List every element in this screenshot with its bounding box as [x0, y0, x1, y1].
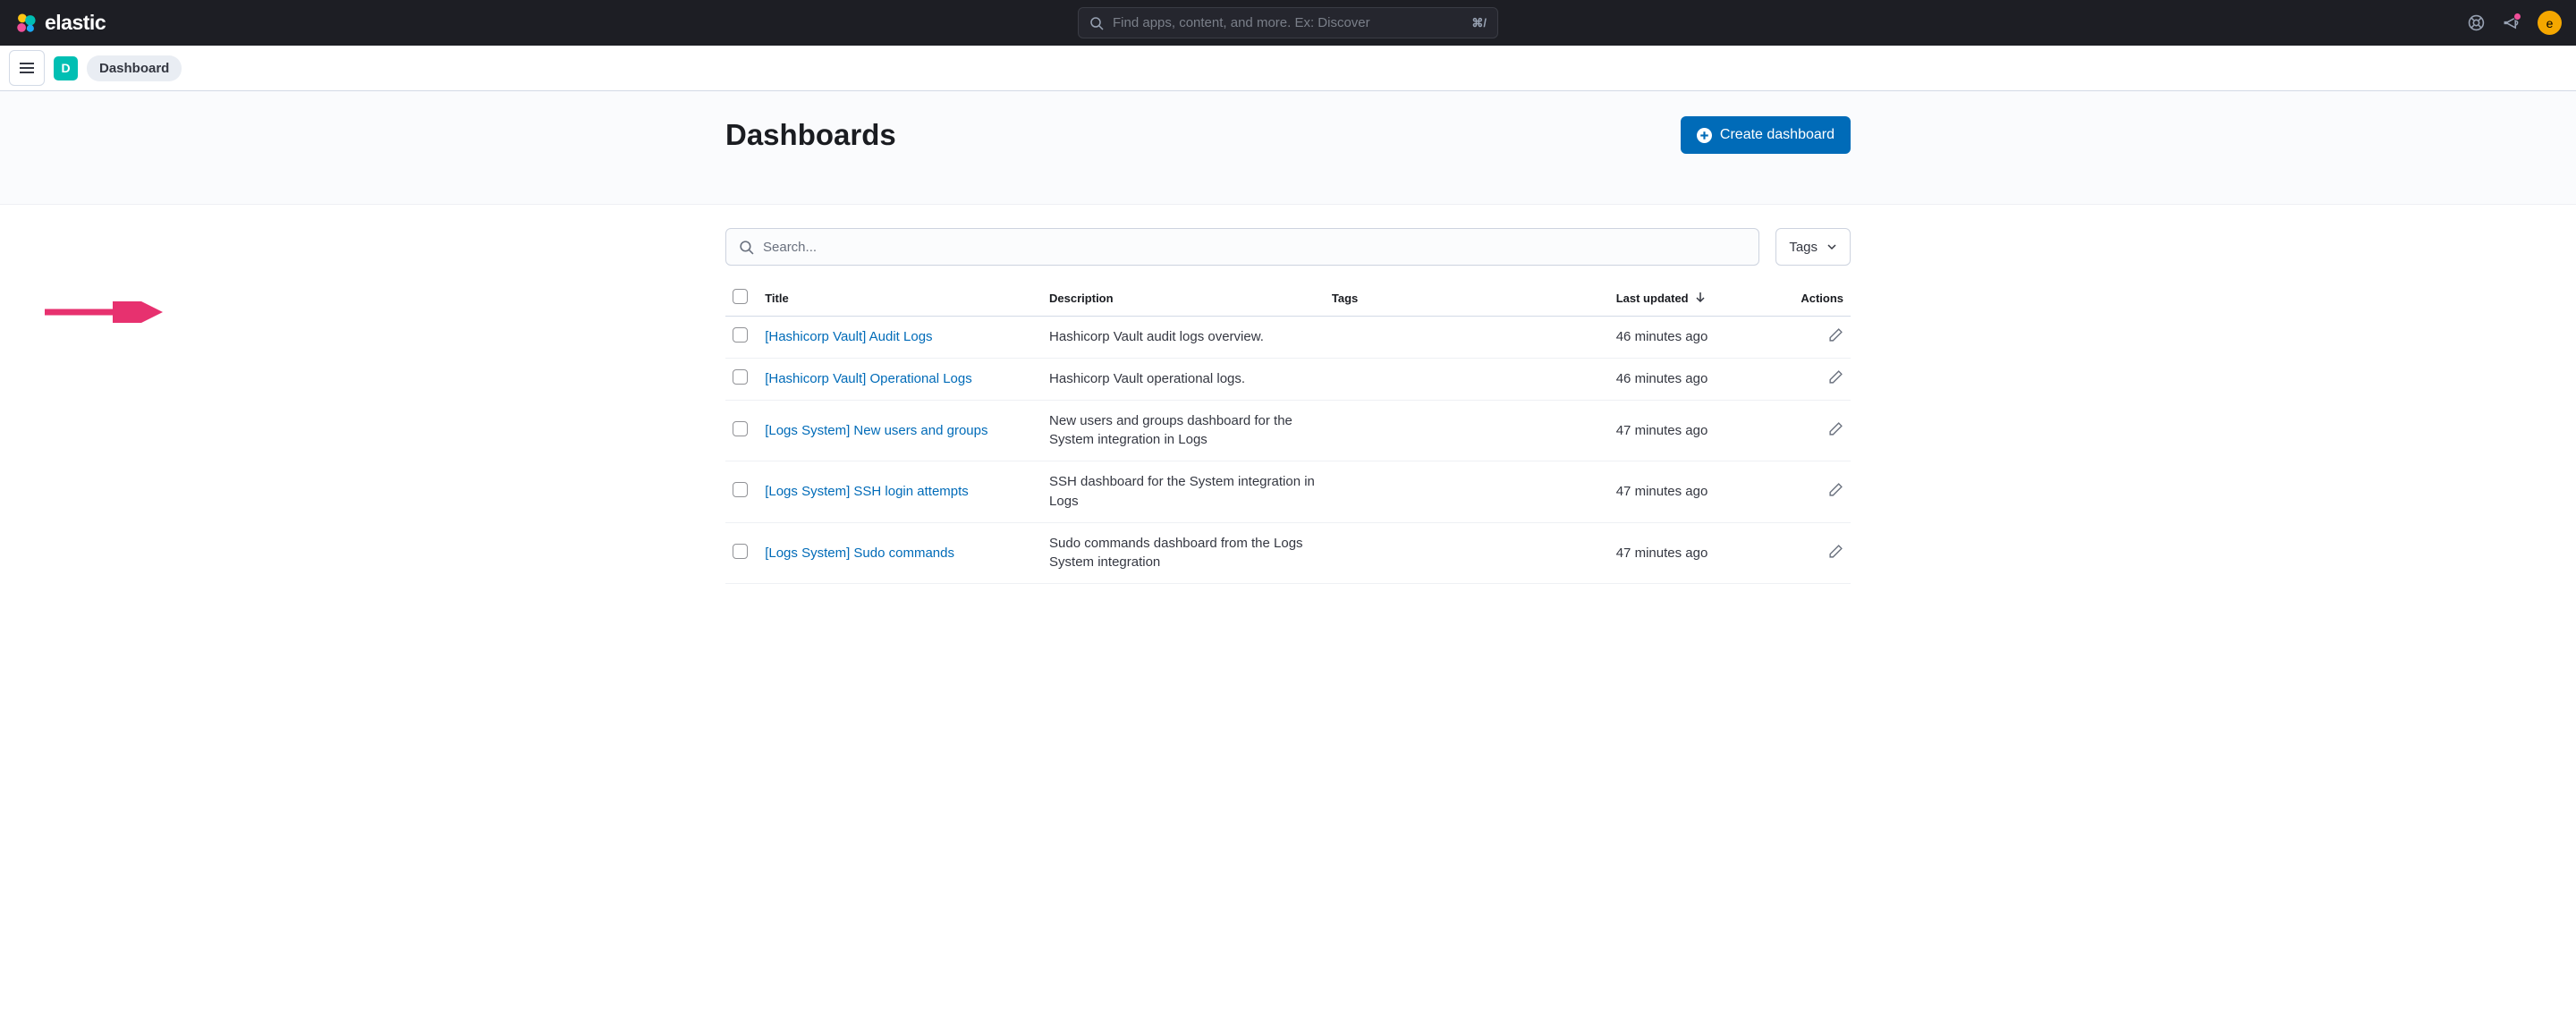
dashboard-tags — [1325, 400, 1609, 461]
pencil-icon — [1828, 544, 1843, 559]
table-row: [Logs System] SSH login attempts SSH dash… — [725, 461, 1851, 523]
help-button[interactable] — [2468, 14, 2485, 31]
search-icon — [739, 240, 754, 255]
dashboard-last-updated: 47 minutes ago — [1609, 400, 1793, 461]
create-dashboard-button[interactable]: Create dashboard — [1681, 116, 1851, 154]
row-checkbox[interactable] — [733, 482, 748, 497]
table-row: [Hashicorp Vault] Operational Logs Hashic… — [725, 358, 1851, 400]
dashboard-tags — [1325, 461, 1609, 523]
notification-dot-icon — [2513, 13, 2521, 21]
dashboard-last-updated: 47 minutes ago — [1609, 522, 1793, 584]
dashboard-description: New users and groups dashboard for the S… — [1042, 400, 1325, 461]
page-header-band: Dashboards Create dashboard — [0, 91, 2576, 205]
dashboard-last-updated: 47 minutes ago — [1609, 461, 1793, 523]
create-button-label: Create dashboard — [1720, 127, 1835, 143]
filter-row: Tags — [725, 228, 1851, 266]
search-icon — [1089, 16, 1104, 30]
global-search-input[interactable] — [1113, 15, 1471, 30]
dashboard-title-link[interactable]: [Logs System] Sudo commands — [765, 546, 954, 561]
table-row: [Logs System] Sudo commands Sudo commands… — [725, 522, 1851, 584]
dashboard-last-updated: 46 minutes ago — [1609, 317, 1793, 359]
edit-button[interactable] — [1828, 421, 1843, 436]
sort-descending-icon — [1695, 292, 1706, 302]
dashboard-tags — [1325, 522, 1609, 584]
pencil-icon — [1828, 421, 1843, 436]
avatar-initial: e — [2546, 16, 2554, 30]
dashboard-description: Hashicorp Vault audit logs overview. — [1042, 317, 1325, 359]
dashboard-description: Sudo commands dashboard from the Logs Sy… — [1042, 522, 1325, 584]
nav-toggle-button[interactable] — [9, 50, 45, 86]
elastic-wordmark: elastic — [45, 11, 106, 35]
newsfeed-button[interactable] — [2503, 14, 2520, 31]
edit-button[interactable] — [1828, 544, 1843, 559]
column-header-description: Description — [1042, 282, 1325, 317]
column-header-title[interactable]: Title — [758, 282, 1042, 317]
pencil-icon — [1828, 369, 1843, 385]
table-row: [Logs System] New users and groups New us… — [725, 400, 1851, 461]
header-right-controls: e — [2468, 11, 2562, 35]
plus-circle-icon — [1697, 128, 1712, 143]
global-search[interactable]: ⌘/ — [1078, 7, 1498, 38]
column-header-tags[interactable]: Tags — [1325, 282, 1609, 317]
breadcrumb[interactable]: Dashboard — [87, 55, 182, 81]
dashboards-table: Title Description Tags Last updated Acti… — [725, 282, 1851, 584]
dashboard-tags — [1325, 358, 1609, 400]
pencil-icon — [1828, 327, 1843, 343]
tags-filter-label: Tags — [1789, 240, 1818, 255]
edit-button[interactable] — [1828, 369, 1843, 385]
user-avatar[interactable]: e — [2538, 11, 2562, 35]
dashboard-description: SSH dashboard for the System integration… — [1042, 461, 1325, 523]
pencil-icon — [1828, 482, 1843, 497]
column-header-last-updated[interactable]: Last updated — [1609, 282, 1793, 317]
dashboard-title-link[interactable]: [Hashicorp Vault] Operational Logs — [765, 371, 972, 386]
hamburger-icon — [19, 60, 35, 76]
dashboard-tags — [1325, 317, 1609, 359]
table-header-row: Title Description Tags Last updated Acti… — [725, 282, 1851, 317]
annotation-arrow-icon — [45, 301, 165, 323]
edit-button[interactable] — [1828, 482, 1843, 497]
elastic-logo-icon — [14, 12, 38, 35]
row-checkbox[interactable] — [733, 544, 748, 559]
tags-filter[interactable]: Tags — [1775, 228, 1851, 266]
row-checkbox[interactable] — [733, 369, 748, 385]
column-header-actions: Actions — [1793, 282, 1851, 317]
elastic-logo[interactable]: elastic — [14, 11, 106, 35]
page-title: Dashboards — [725, 118, 896, 152]
dashboard-search[interactable] — [725, 228, 1759, 266]
last-updated-label: Last updated — [1616, 292, 1689, 305]
content-area: Tags Title Description Tags Last updated — [725, 205, 1851, 584]
edit-button[interactable] — [1828, 327, 1843, 343]
dashboard-title-link[interactable]: [Logs System] New users and groups — [765, 423, 987, 438]
table-row: [Hashicorp Vault] Audit Logs Hashicorp Va… — [725, 317, 1851, 359]
search-shortcut-label: ⌘/ — [1471, 16, 1487, 30]
dashboard-title-link[interactable]: [Hashicorp Vault] Audit Logs — [765, 329, 932, 344]
dashboard-last-updated: 46 minutes ago — [1609, 358, 1793, 400]
dashboard-search-input[interactable] — [763, 240, 1746, 255]
app-badge[interactable]: D — [54, 56, 78, 80]
sub-header: D Dashboard — [0, 46, 2576, 91]
app-badge-initial: D — [61, 61, 70, 75]
breadcrumb-label: Dashboard — [99, 61, 169, 76]
help-icon — [2468, 14, 2485, 31]
row-checkbox[interactable] — [733, 327, 748, 343]
row-checkbox[interactable] — [733, 421, 748, 436]
global-header: elastic ⌘/ e — [0, 0, 2576, 46]
chevron-down-icon — [1826, 241, 1837, 252]
select-all-checkbox[interactable] — [733, 289, 748, 304]
dashboard-description: Hashicorp Vault operational logs. — [1042, 358, 1325, 400]
dashboard-title-link[interactable]: [Logs System] SSH login attempts — [765, 484, 969, 499]
